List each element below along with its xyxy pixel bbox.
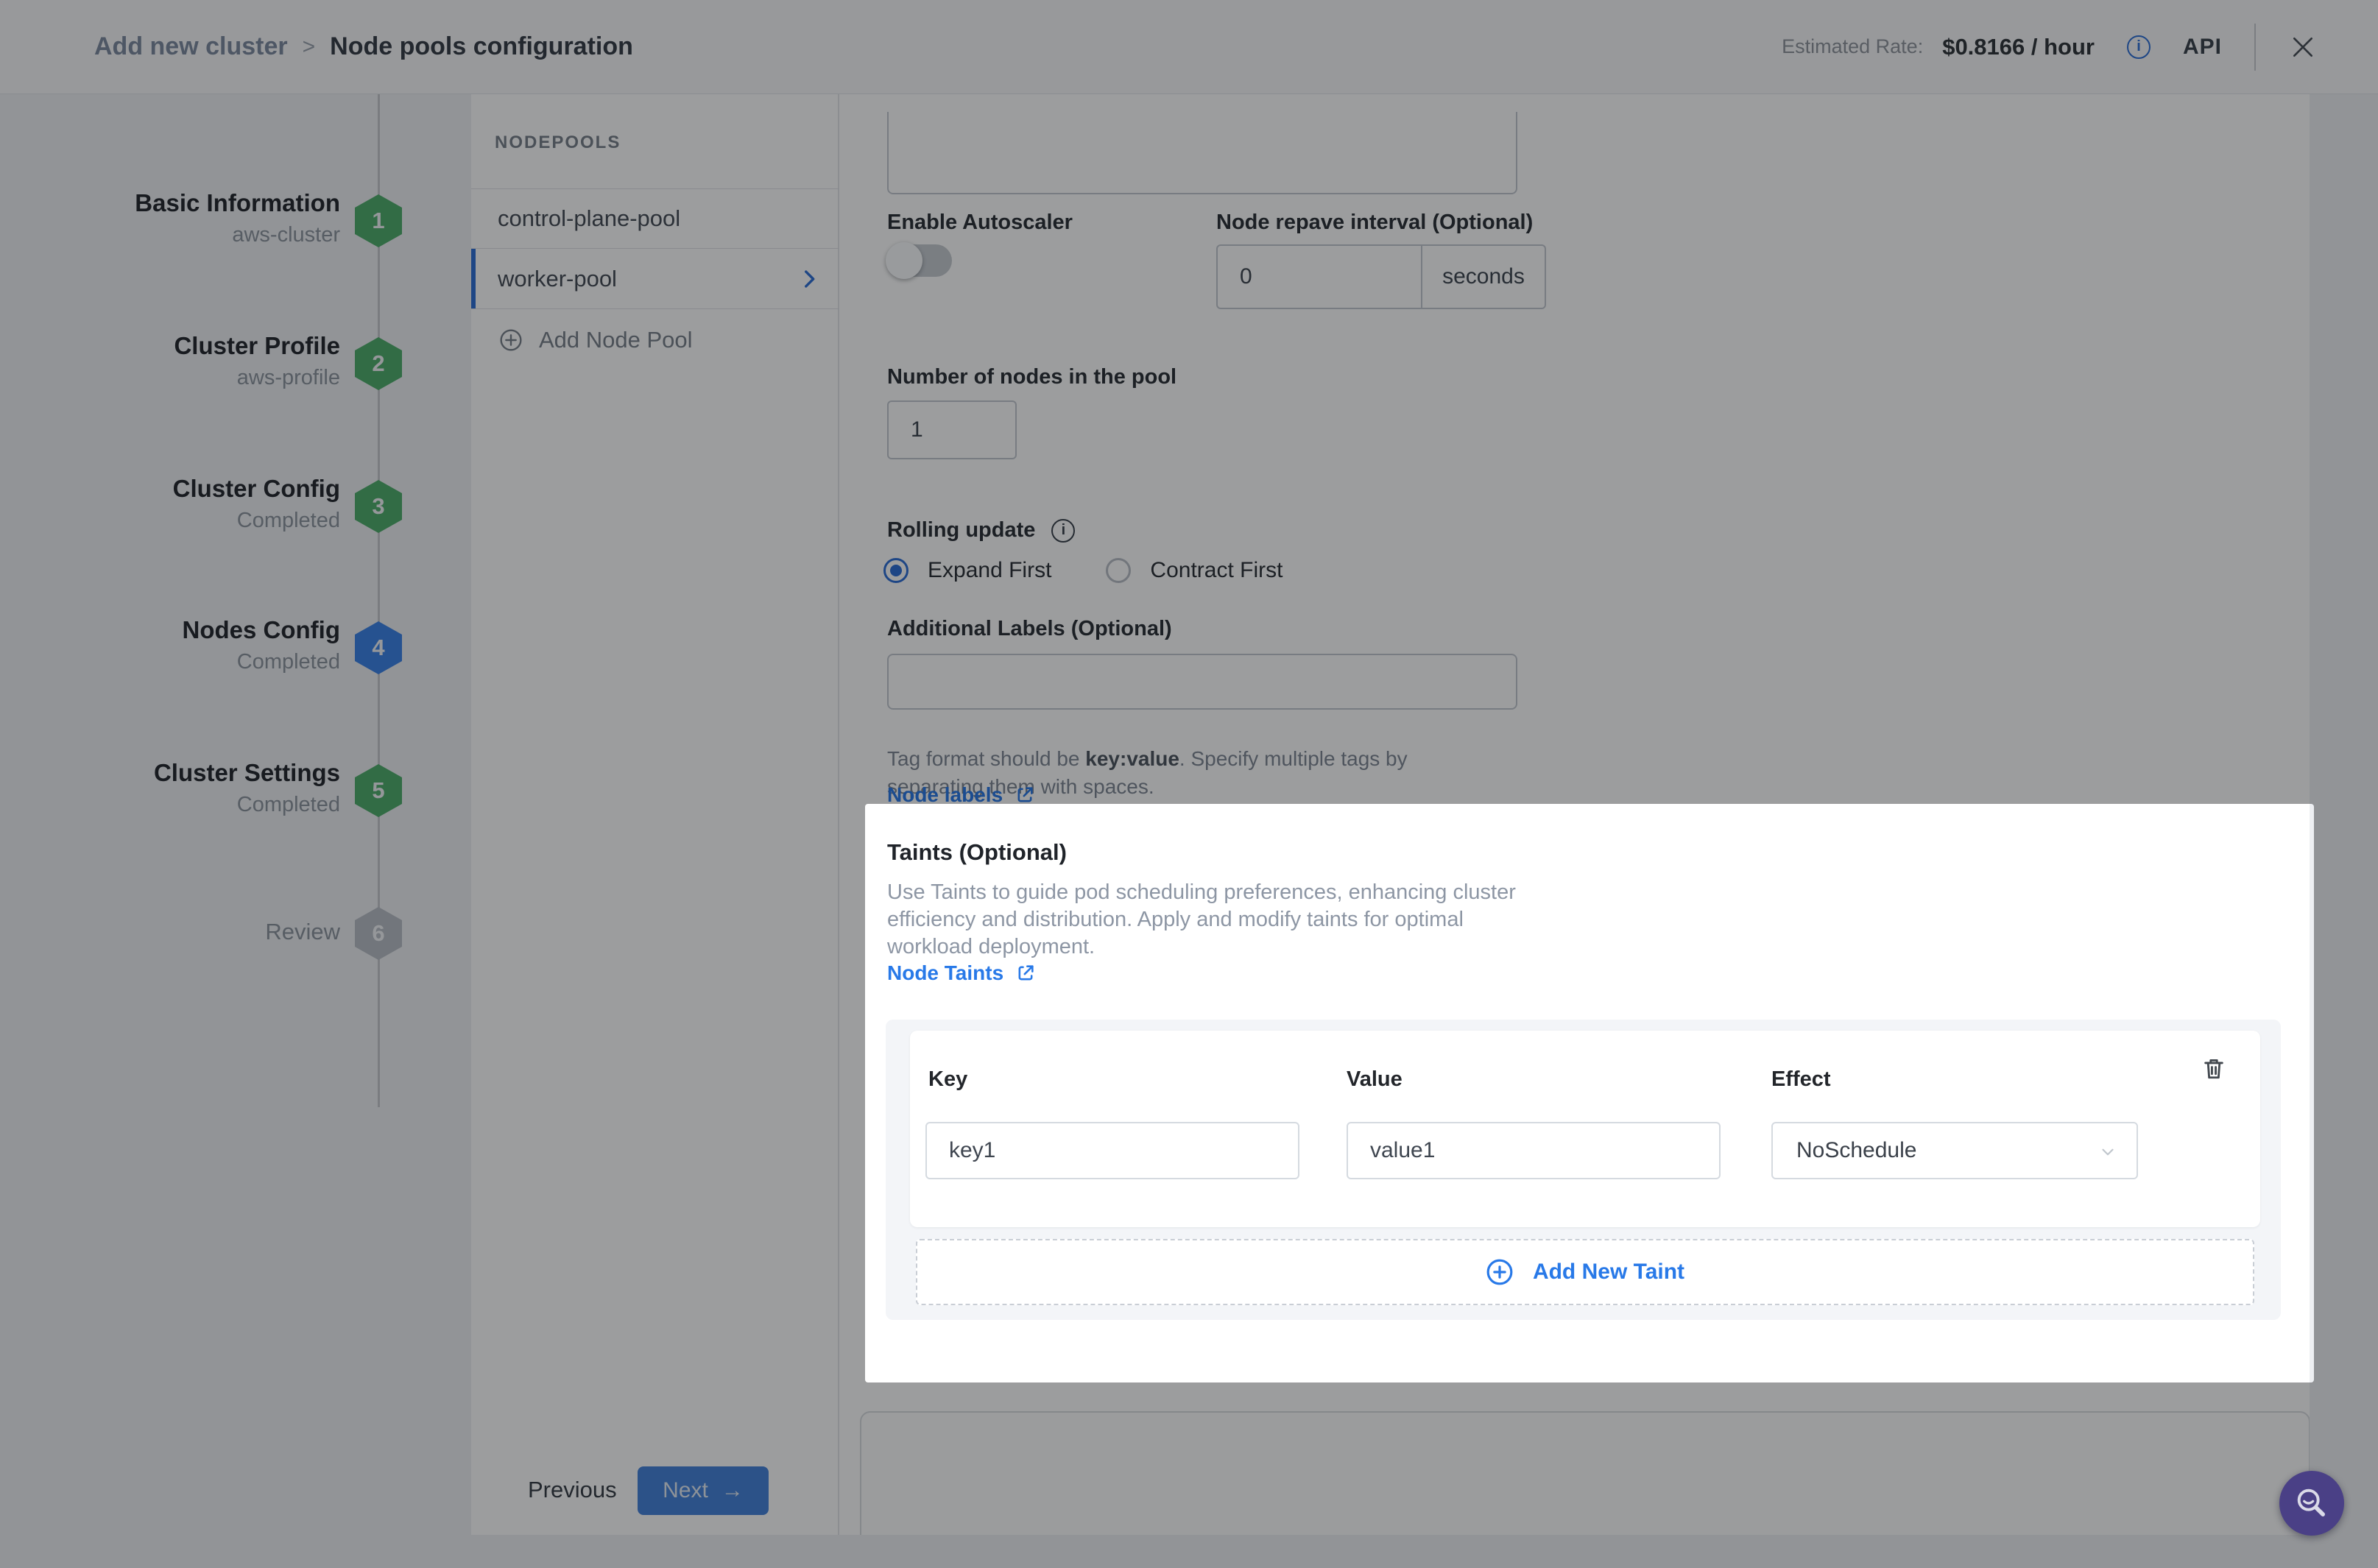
taint-effect-select[interactable]: NoSchedule [1771,1122,2138,1179]
partial-scrolled-input[interactable]: p [887,112,1517,194]
top-bar: Add new cluster > Node pools configurati… [0,0,2378,94]
add-new-taint-button[interactable]: Add New Taint [916,1239,2254,1305]
step-cluster-config[interactable]: Cluster Config Completed 3 [0,448,471,565]
breadcrumb: Add new cluster > Node pools configurati… [94,32,633,61]
repave-interval-input[interactable] [1218,246,1421,308]
estimated-rate-value: $0.8166 / hour [1942,34,2095,60]
node-count-label: Number of nodes in the pool [887,365,1176,389]
support-fab-button[interactable] [2279,1471,2344,1536]
partial-scrolled-input-clip: p [887,112,1517,196]
node-labels-link[interactable]: Node labels [887,783,1035,807]
add-node-pool-button[interactable]: Add Node Pool [471,309,839,371]
step-badge-3: 3 [355,480,402,533]
magnifier-smile-icon [2293,1484,2331,1522]
node-count-field [887,400,1017,459]
additional-labels-label: Additional Labels (Optional) [887,617,1172,641]
radio-contract-first-label: Contract First [1150,558,1283,583]
step-badge-1: 1 [355,194,402,247]
taint-key-label: Key [928,1067,967,1092]
taints-heading: Taints (Optional) [887,839,1067,866]
step-basic-information[interactable]: Basic Information aws-cluster 1 [0,162,471,280]
arrow-right-icon: → [721,1478,744,1503]
step-review[interactable]: Review 6 [0,875,471,992]
header-divider [2254,24,2256,71]
node-count-input[interactable] [889,402,1015,458]
repave-interval-label: Node repave interval (Optional) [1216,211,1533,235]
step-badge-5: 5 [355,764,402,817]
breadcrumb-current: Node pools configuration [330,32,633,61]
chevron-down-icon [2098,1143,2117,1162]
nodepool-item-control-plane[interactable]: control-plane-pool [471,188,839,249]
rolling-update-info-icon[interactable]: i [1051,519,1075,543]
step-nodes-config[interactable]: Nodes Config Completed 4 [0,589,471,707]
additional-labels-input[interactable] [889,655,1516,708]
autoscaler-label: Enable Autoscaler [887,211,1073,235]
step-badge-2: 2 [355,337,402,390]
node-taints-link[interactable]: Node Taints [887,961,1036,985]
nodepools-heading: NODEPOOLS [495,133,621,153]
breadcrumb-separator-icon: > [303,35,316,60]
taint-value-input[interactable] [1348,1123,1719,1178]
repave-interval-group: seconds [1216,244,1546,309]
taint-key-field [925,1122,1299,1179]
plus-circle-icon [499,328,523,352]
repave-unit-label: seconds [1421,246,1545,308]
previous-button[interactable]: Previous [528,1477,617,1503]
chevron-right-icon [797,266,822,297]
delete-taint-icon[interactable] [2201,1056,2226,1084]
rolling-update-options: Expand First Contract First [883,558,1283,583]
radio-expand-first[interactable] [883,558,908,583]
external-link-icon [1015,963,1036,983]
top-bar-actions: Estimated Rate: $0.8166 / hour i API [1782,24,2318,71]
add-cluster-wizard: Add new cluster > Node pools configurati… [0,0,2378,1568]
taint-value-field [1347,1122,1721,1179]
main-panel: NODEPOOLS control-plane-pool worker-pool… [471,94,2310,1535]
taints-container: Key Value Effect NoSchedule Add New Tain… [886,1020,2281,1320]
estimated-rate-label: Estimated Rate: [1782,35,1923,58]
step-badge-6: 6 [355,907,402,960]
taint-effect-label: Effect [1771,1067,1831,1092]
step-badge-4: 4 [355,621,402,674]
radio-expand-first-label: Expand First [928,558,1051,583]
autoscaler-toggle[interactable] [887,244,952,277]
taint-key-input[interactable] [927,1123,1298,1178]
wizard-stepper: Basic Information aws-cluster 1 Cluster … [0,94,471,1568]
step-cluster-settings[interactable]: Cluster Settings Completed 5 [0,732,471,850]
rolling-update-label: Rolling update [887,518,1035,543]
taint-row: Key Value Effect NoSchedule [910,1031,2260,1227]
next-section-card [860,1411,2310,1535]
nodepool-item-worker[interactable]: worker-pool [471,249,839,309]
plus-circle-icon [1486,1258,1514,1286]
step-cluster-profile[interactable]: Cluster Profile aws-profile 2 [0,305,471,423]
api-button[interactable]: API [2183,35,2222,60]
rate-info-icon[interactable]: i [2127,35,2151,59]
taints-description: Use Taints to guide pod scheduling prefe… [887,879,1516,961]
additional-labels-field [887,654,1517,710]
breadcrumb-parent[interactable]: Add new cluster [94,32,288,61]
radio-contract-first[interactable] [1106,558,1131,583]
next-button[interactable]: Next → [638,1466,769,1515]
close-icon[interactable] [2288,32,2318,62]
nodepools-sidebar: NODEPOOLS control-plane-pool worker-pool… [471,94,839,1535]
external-link-icon [1015,785,1035,805]
taint-value-label: Value [1347,1067,1403,1092]
toggle-knob [886,242,922,279]
